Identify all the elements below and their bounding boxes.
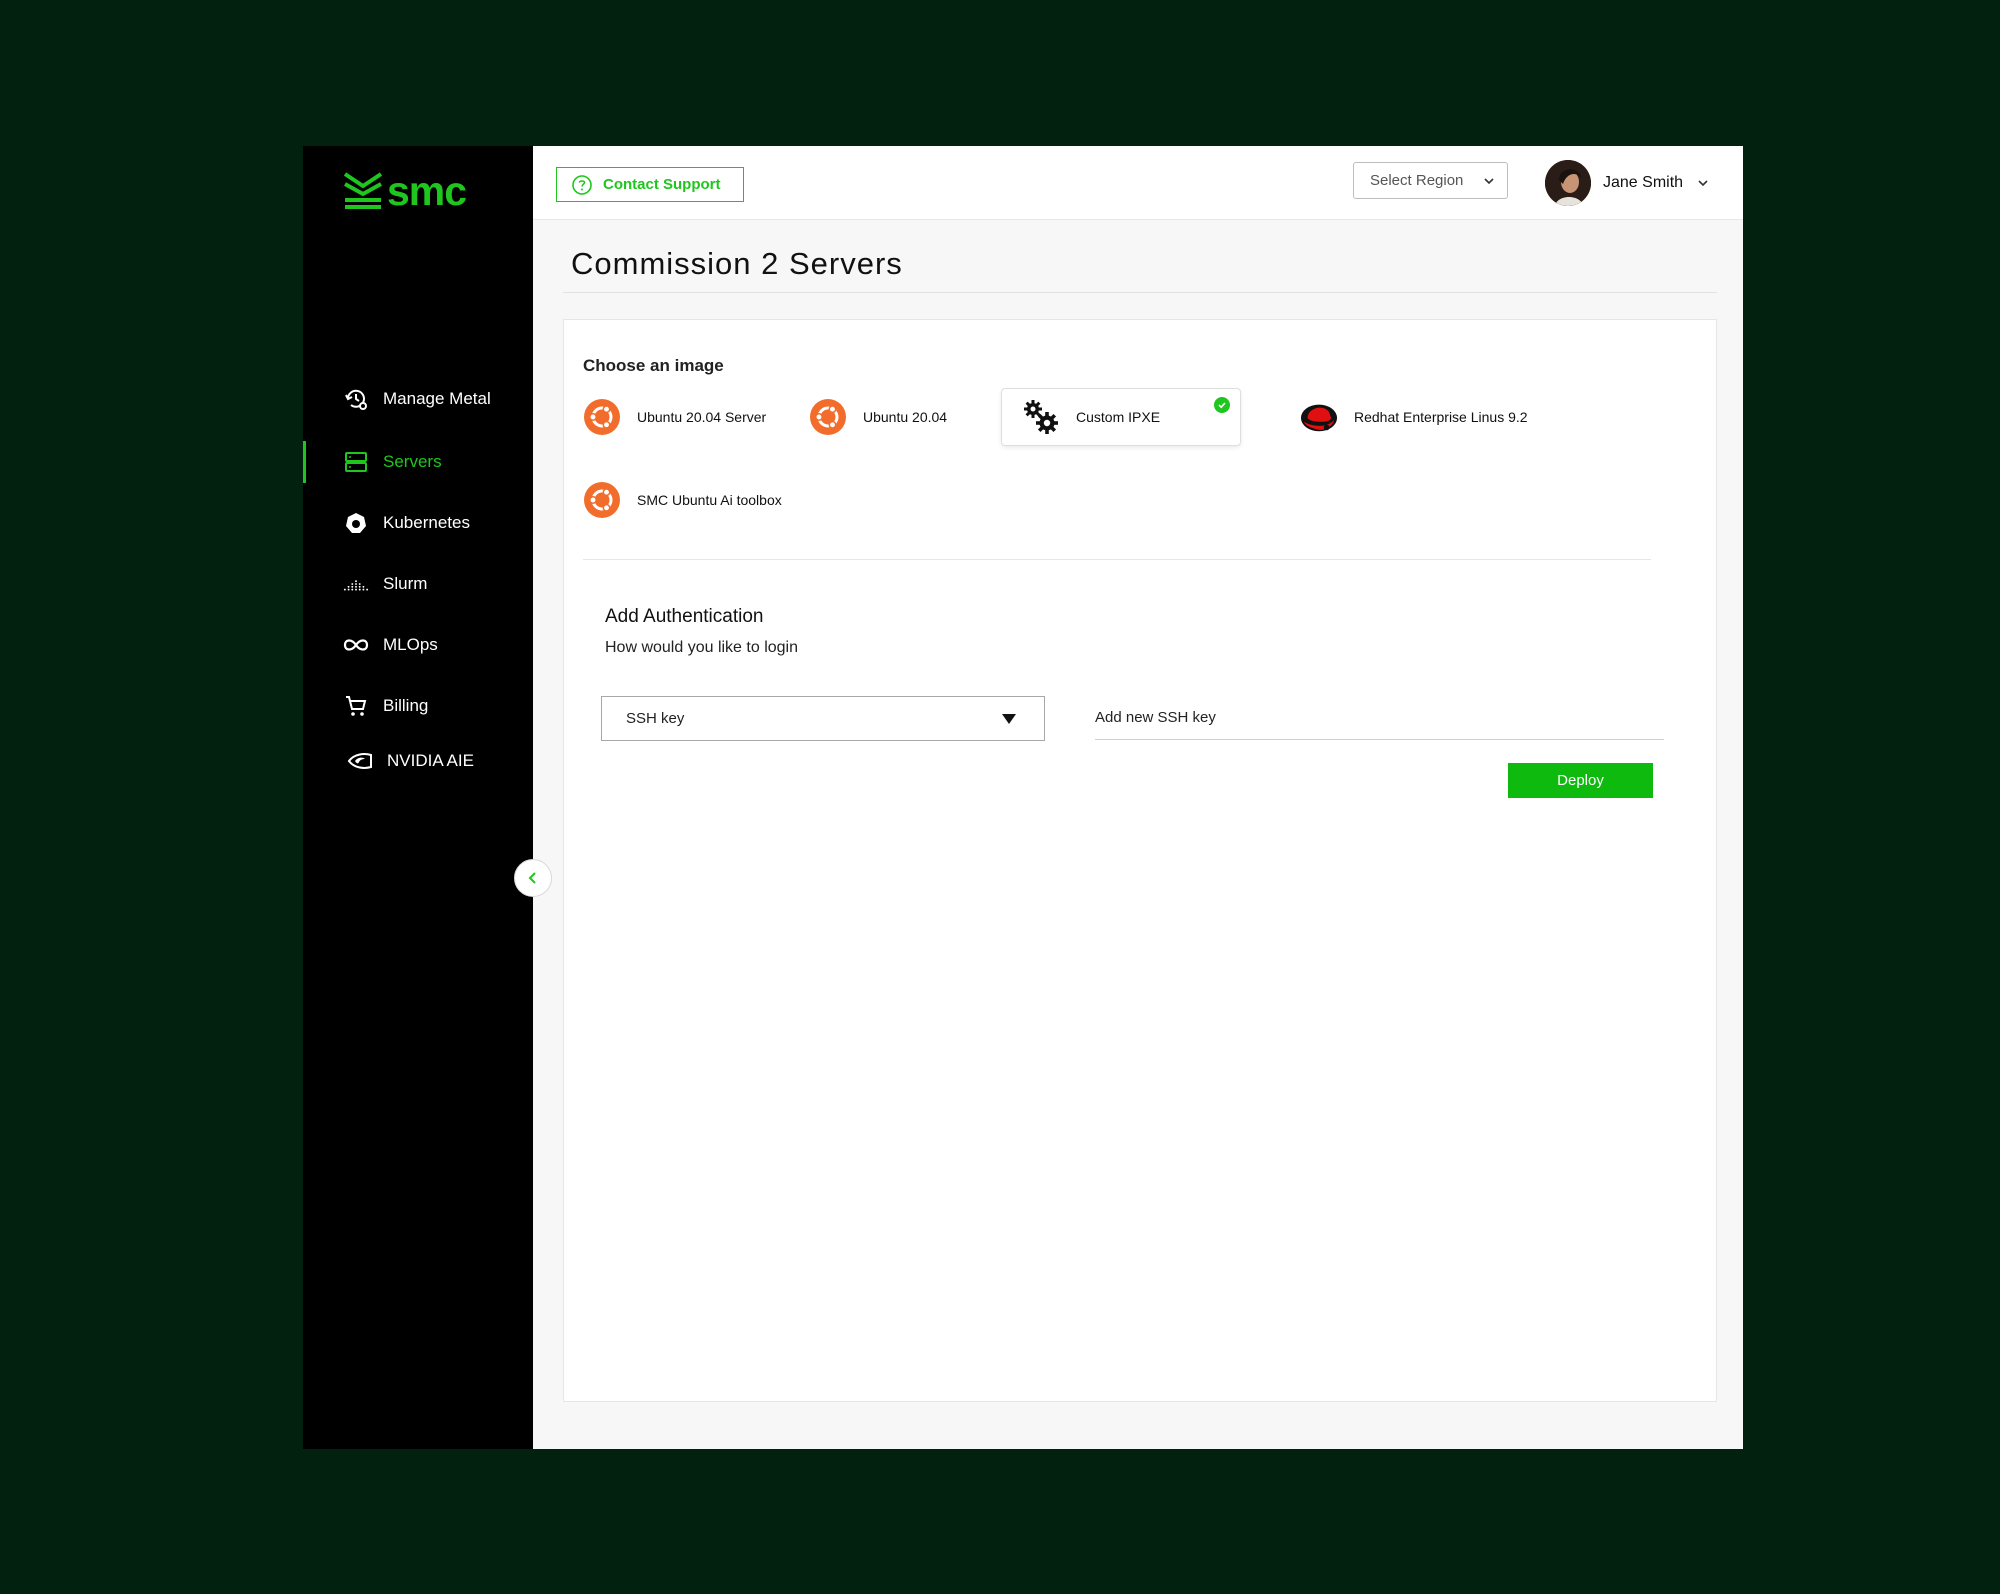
sidebar-item-label: NVIDIA AIE — [387, 751, 474, 770]
page-title: Commission 2 Servers — [571, 246, 903, 281]
ubuntu-icon — [809, 398, 847, 436]
sidebar-item-mlops[interactable]: MLOps — [303, 624, 533, 666]
top-header: Contact Support Select Region Jane Smith — [533, 146, 1743, 220]
sidebar-item-label: Servers — [383, 452, 442, 471]
sidebar-item-billing[interactable]: Billing — [303, 685, 533, 727]
logo-text: smc — [387, 168, 467, 214]
image-option-label: Ubuntu 20.04 — [863, 409, 948, 425]
chevron-down-icon — [1698, 180, 1708, 187]
section-divider — [583, 559, 1651, 560]
sidebar-item-manage-metal[interactable]: Manage Metal — [303, 378, 533, 420]
sidebar-item-servers[interactable]: Servers — [303, 441, 533, 483]
title-divider — [563, 292, 1717, 293]
sidebar-item-label: Kubernetes — [383, 513, 470, 532]
contact-support-label: Contact Support — [603, 176, 721, 193]
help-icon — [572, 174, 592, 195]
sidebar-item-slurm[interactable]: Slurm — [303, 563, 533, 605]
login-method-value: SSH key — [626, 710, 685, 727]
auth-title: Add Authentication — [605, 606, 764, 627]
infinity-icon — [343, 632, 369, 658]
new-ssh-key-label: Add new SSH key — [1095, 709, 1216, 726]
user-menu[interactable]: Jane Smith — [1545, 160, 1709, 206]
chevron-down-icon — [1484, 178, 1494, 185]
new-ssh-key-input[interactable]: Add new SSH key — [1095, 696, 1664, 740]
slurm-icon — [343, 571, 369, 597]
image-option-label: Redhat Enterprise Linus 9.2 — [1354, 409, 1528, 425]
user-name: Jane Smith — [1603, 174, 1684, 191]
commission-card: Choose an image Ubuntu 20.04 Server Ubun… — [563, 319, 1717, 1402]
image-option-custom-ipxe[interactable]: Custom IPXE — [1001, 388, 1241, 446]
deploy-button[interactable]: Deploy — [1508, 763, 1653, 798]
auth-subtitle: How would you like to login — [605, 639, 798, 656]
sidebar-item-label: Manage Metal — [383, 389, 491, 408]
sidebar-item-label: Billing — [383, 696, 429, 715]
image-option-redhat[interactable]: Redhat Enterprise Linus 9.2 — [1300, 398, 1528, 436]
collapse-sidebar-button[interactable] — [514, 859, 552, 897]
nvidia-icon — [347, 748, 373, 774]
app-window: smc Manage Metal Servers Kubernetes Slur — [303, 146, 1743, 1449]
image-option-label: Custom IPXE — [1076, 409, 1161, 425]
servers-icon — [343, 449, 369, 475]
sidebar-item-label: Slurm — [383, 574, 428, 593]
ubuntu-icon — [583, 481, 621, 519]
cart-icon — [343, 693, 369, 719]
image-option-ubuntu-server[interactable]: Ubuntu 20.04 Server — [583, 398, 766, 436]
selected-check-icon — [1214, 397, 1230, 413]
image-option-ubuntu[interactable]: Ubuntu 20.04 — [809, 398, 947, 436]
region-select[interactable]: Select Region — [1353, 162, 1508, 199]
kubernetes-icon — [343, 510, 369, 536]
image-option-smc-ubuntu-ai[interactable]: SMC Ubuntu Ai toolbox — [583, 481, 782, 519]
choose-image-label: Choose an image — [583, 356, 724, 375]
sidebar-item-label: MLOps — [383, 635, 438, 654]
sidebar: smc Manage Metal Servers Kubernetes Slur — [303, 146, 533, 1449]
region-select-label: Select Region — [1370, 172, 1464, 189]
sidebar-item-nvidia-aie[interactable]: NVIDIA AIE — [303, 740, 533, 782]
image-option-label: SMC Ubuntu Ai toolbox — [637, 492, 782, 508]
image-option-label: Ubuntu 20.04 Server — [637, 409, 767, 425]
contact-support-button[interactable]: Contact Support — [556, 167, 744, 202]
manage-metal-icon — [343, 386, 369, 412]
smc-logo[interactable]: smc — [343, 166, 467, 215]
avatar — [1545, 160, 1591, 206]
gears-icon — [1022, 398, 1060, 436]
smc-logo-icon — [343, 171, 383, 209]
chevron-left-icon — [528, 872, 536, 884]
dropdown-triangle-icon — [1002, 714, 1016, 724]
login-method-select[interactable]: SSH key — [601, 696, 1045, 741]
redhat-icon — [1300, 398, 1338, 436]
sidebar-item-kubernetes[interactable]: Kubernetes — [303, 502, 533, 544]
ubuntu-icon — [583, 398, 621, 436]
